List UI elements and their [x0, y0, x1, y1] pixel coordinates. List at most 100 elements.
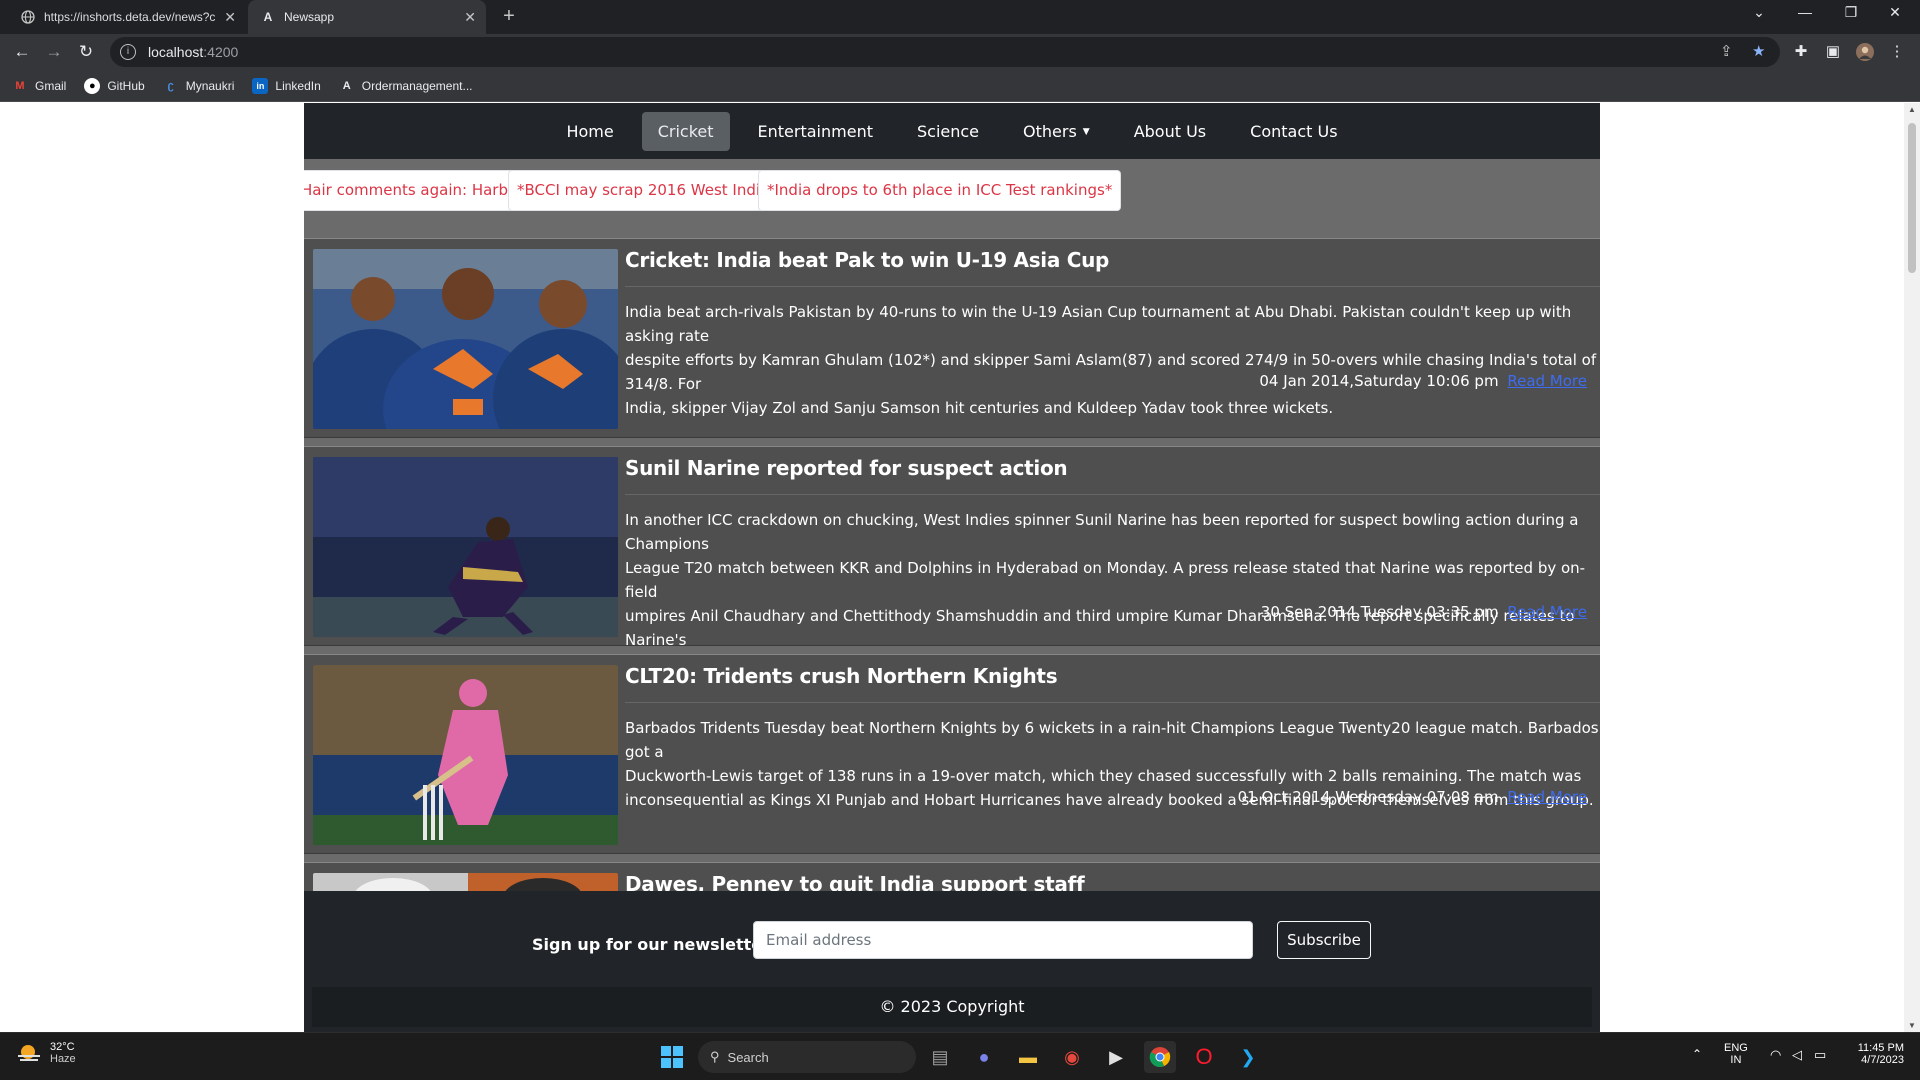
share-icon[interactable]: ⇪	[1720, 37, 1733, 67]
bookmark-label: LinkedIn	[275, 78, 321, 93]
subscribe-button[interactable]: Subscribe	[1277, 921, 1371, 959]
teams-chat-icon[interactable]: ●	[968, 1041, 1000, 1073]
extensions-puzzle-icon[interactable]: ✚	[1792, 43, 1810, 61]
clock-time: 11:45 PM	[1857, 1042, 1904, 1054]
tab-title: https://inshorts.deta.dev/news?c	[44, 10, 216, 24]
linkedin-icon: in	[252, 77, 269, 94]
browser-tab-strip: https://inshorts.deta.dev/news?c ✕ A New…	[0, 0, 1920, 34]
address-bar[interactable]: i localhost:4200 ⇪ ★	[110, 37, 1780, 67]
browser-tab-newsapp[interactable]: A Newsapp ✕	[248, 0, 486, 34]
task-view-icon[interactable]: ▤	[924, 1041, 956, 1073]
nav-about-us[interactable]: About Us	[1118, 112, 1222, 151]
minimize-button[interactable]: —	[1790, 4, 1820, 20]
close-tab-icon[interactable]: ✕	[224, 9, 236, 26]
news-meta: 30 Sep 2014,Tuesday 03:35 pm Read More	[1261, 603, 1587, 621]
wifi-icon[interactable]: ◠	[1770, 1047, 1781, 1063]
nav-cricket[interactable]: Cricket	[641, 111, 730, 151]
headline-ticker: Hair comments again: Harbhajan* *BCCI ma…	[304, 159, 1600, 219]
vscode-icon[interactable]: ❯	[1232, 1041, 1264, 1073]
opera-icon[interactable]: O	[1188, 1041, 1220, 1073]
bookmark-github[interactable]: ● GitHub	[84, 77, 145, 94]
news-title[interactable]: Sunil Narine reported for suspect action	[625, 455, 1600, 495]
language-indicator[interactable]: ENG IN	[1724, 1042, 1748, 1066]
tab-search-chevron-icon[interactable]: ⌄	[1744, 4, 1774, 21]
bookmark-ordermanagement[interactable]: A Ordermanagement...	[339, 78, 473, 94]
scroll-down-icon[interactable]: ▼	[1904, 1021, 1920, 1030]
globe-icon	[20, 9, 36, 25]
browser-toolbar: ← → ↻ i localhost:4200 ⇪ ★ ✚ ▣ ⋮	[0, 34, 1920, 70]
menu-kebab-icon[interactable]: ⋮	[1888, 43, 1906, 61]
bookmark-label: Gmail	[35, 78, 67, 93]
restore-button[interactable]: ❐	[1836, 4, 1866, 21]
read-more-link[interactable]: Read More	[1507, 603, 1587, 621]
tray-chevron-icon[interactable]: ⌃	[1692, 1047, 1702, 1061]
site-info-icon[interactable]: i	[120, 44, 136, 60]
nav-home[interactable]: Home	[550, 112, 629, 151]
reload-icon[interactable]: ↻	[74, 40, 98, 64]
bookmark-gmail[interactable]: M Gmail	[12, 78, 66, 94]
windows-taskbar: 32°C Haze ⚲ Search ▤ ● ▬ ◉ ▶ O ❯ ⌃ ENG I…	[0, 1032, 1920, 1080]
weather-condition: Haze	[50, 1053, 76, 1065]
caret-down-icon: ▼	[1082, 127, 1090, 137]
url-host: localhost	[148, 44, 204, 60]
nav-others-dropdown[interactable]: Others ▼	[1007, 112, 1106, 151]
read-more-link[interactable]: Read More	[1507, 788, 1587, 806]
scroll-up-icon[interactable]: ▲	[1904, 105, 1920, 114]
media-player-icon[interactable]: ▶	[1100, 1041, 1132, 1073]
news-card: CLT20: Tridents crush Northern Knights B…	[304, 654, 1600, 854]
news-description: In another ICC crackdown on chucking, We…	[625, 511, 1586, 673]
temperature: 32°C	[50, 1041, 75, 1053]
page-scrollbar[interactable]: ▲ ▼	[1904, 103, 1920, 1032]
footer: Sign up for our newsletter Subscribe © 2…	[304, 891, 1600, 1032]
chrome-icon[interactable]	[1144, 1041, 1176, 1073]
new-tab-button[interactable]: +	[498, 6, 520, 28]
profile-avatar[interactable]	[1856, 43, 1874, 61]
scrollbar-thumb[interactable]	[1908, 123, 1916, 273]
region-code: IN	[1730, 1054, 1742, 1066]
news-title[interactable]: Cricket: India beat Pak to win U-19 Asia…	[625, 247, 1600, 287]
angular-logo-icon: A	[342, 79, 351, 92]
newsletter-email-input[interactable]	[753, 921, 1253, 959]
github-icon: ●	[84, 77, 101, 94]
close-window-button[interactable]: ✕	[1880, 4, 1910, 21]
bookmark-star-icon[interactable]: ★	[1752, 37, 1765, 67]
browser-tab-inshorts[interactable]: https://inshorts.deta.dev/news?c ✕	[8, 0, 246, 34]
taskbar-search[interactable]: ⚲ Search	[698, 1041, 916, 1073]
bookmark-linkedin[interactable]: in LinkedIn	[252, 77, 321, 94]
news-title[interactable]: CLT20: Tridents crush Northern Knights	[625, 663, 1600, 703]
language-code: ENG	[1724, 1042, 1748, 1054]
clock[interactable]: 11:45 PM 4/7/2023	[1846, 1042, 1904, 1066]
bookmarks-bar: M Gmail ● GitHub ʗ Mynaukri in LinkedIn …	[0, 70, 1920, 102]
nav-science[interactable]: Science	[901, 112, 995, 151]
search-icon: ⚲	[710, 1049, 720, 1064]
battery-icon[interactable]: ▭	[1814, 1047, 1826, 1063]
file-explorer-icon[interactable]: ▬	[1012, 1041, 1044, 1073]
bookmark-mynaukri[interactable]: ʗ Mynaukri	[163, 78, 235, 94]
news-description: India beat arch-rivals Pakistan by 40-ru…	[625, 303, 1597, 417]
nav-entertainment[interactable]: Entertainment	[742, 112, 889, 151]
nav-others-label: Others	[1023, 121, 1077, 141]
weather-widget[interactable]: 32°C Haze	[16, 1041, 76, 1065]
windows-start-icon[interactable]	[656, 1041, 688, 1073]
newsapp: Home Cricket Entertainment Science Other…	[304, 103, 1600, 1032]
volume-icon[interactable]: ◁	[1792, 1047, 1802, 1063]
gmail-icon: M	[15, 79, 25, 92]
back-arrow-icon[interactable]: ←	[10, 40, 34, 64]
news-date: 30 Sep 2014,Tuesday 03:35 pm	[1260, 603, 1499, 621]
read-more-link[interactable]: Read More	[1507, 372, 1587, 390]
close-tab-icon[interactable]: ✕	[464, 9, 476, 26]
forward-arrow-icon[interactable]: →	[42, 40, 66, 64]
app-red-icon[interactable]: ◉	[1056, 1041, 1088, 1073]
haze-sun-icon	[18, 1045, 40, 1061]
copyright-text: © 2023 Copyright	[312, 987, 1592, 1027]
naukri-icon: ʗ	[167, 79, 174, 92]
news-meta: 04 Jan 2014,Saturday 10:06 pm Read More	[1259, 372, 1587, 390]
side-panel-icon[interactable]: ▣	[1824, 43, 1842, 61]
news-meta: 01 Oct 2014,Wednesday 07:08 am Read More	[1238, 788, 1587, 806]
news-card: Dawes, Penney to quit India support staf…	[304, 862, 1600, 894]
news-card: Cricket: India beat Pak to win U-19 Asia…	[304, 238, 1600, 438]
news-list: Cricket: India beat Pak to win U-19 Asia…	[304, 238, 1600, 894]
ticker-item[interactable]: *India drops to 6th place in ICC Test ra…	[758, 170, 1122, 211]
news-image	[313, 249, 618, 429]
nav-contact-us[interactable]: Contact Us	[1234, 112, 1353, 151]
